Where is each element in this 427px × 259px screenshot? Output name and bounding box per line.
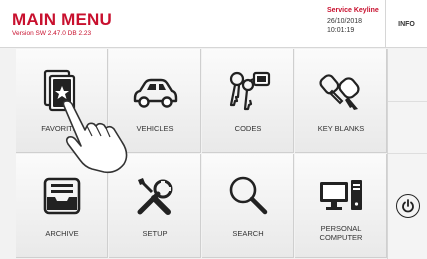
keys-icon [229,71,271,111]
menu-tile-label: SEARCH [232,229,264,238]
main-menu-screen: MAIN MENU Version SW 2.47.0 DB 2.23 Serv… [0,0,427,259]
menu-tile-label: ARCHIVE [45,229,79,238]
hand-pointer-icon [62,100,128,174]
page-title: MAIN MENU [12,10,113,29]
archive-tray-icon [43,177,81,215]
menu-tile-codes[interactable]: CODES [202,49,294,153]
menu-tile-label: KEY BLANKS [317,124,365,133]
power-icon [402,199,414,213]
menu-tile-personal-computer[interactable]: PERSONAL COMPUTER [295,154,387,258]
menu-tile-label: PERSONAL COMPUTER [319,224,363,242]
date-display: 26/10/2018 [327,18,363,25]
menu-tile-label: CODES [234,124,262,133]
version-info: Version SW 2.47.0 DB 2.23 [12,30,92,37]
menu-tile-key-blanks[interactable]: KEY BLANKS [295,49,387,153]
key-blank-icon [319,74,360,110]
side-divider [388,101,427,102]
computer-icon [320,180,362,210]
menu-tile-search[interactable]: SEARCH [202,154,294,258]
right-side-panel [387,49,427,259]
time-display: 10:01:19 [327,27,355,34]
header-bar: MAIN MENU Version SW 2.47.0 DB 2.23 Serv… [0,0,427,48]
service-name: Service Keyline [327,7,379,14]
menu-tile-label: SETUP [142,229,168,238]
info-button[interactable]: INFO [386,0,427,48]
magnifier-icon [229,176,268,215]
power-button[interactable] [396,194,420,218]
side-divider [388,153,427,154]
tools-icon [137,178,173,215]
